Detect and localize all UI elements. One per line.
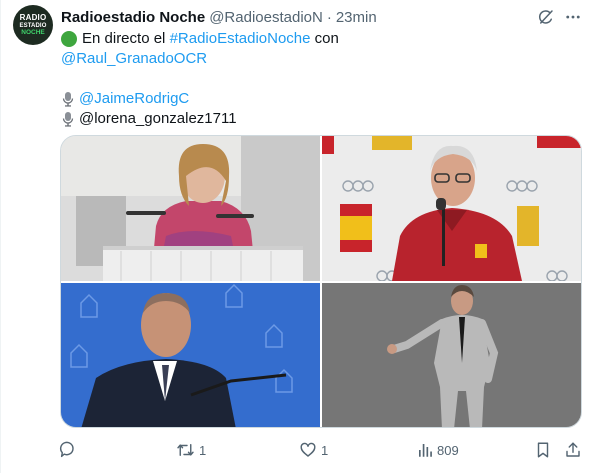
heart-icon [300,442,316,457]
retweet-icon [177,444,194,456]
text-line-3: @JaimeRodrigC [61,89,581,109]
tweet-header: Radioestadio Noche @RadioestadioN · 23mi… [61,7,377,27]
text-suffix: con [314,30,339,47]
avatar-text-2: ESTADIO [19,22,47,29]
photo-1[interactable] [61,136,320,281]
bookmark-icon [537,442,549,458]
mention-host-link[interactable]: @Raul_GranadoOCR [61,49,207,69]
bookmark-button[interactable] [534,439,552,461]
microphone-icon [62,92,74,107]
timestamp[interactable]: 23min [336,9,377,26]
photo-3[interactable] [61,283,320,427]
text-blank-line [61,69,581,89]
photo-2[interactable] [322,136,581,281]
author-handle[interactable]: @RadioestadioN [209,9,323,26]
views-count: 809 [437,442,459,458]
reply-button[interactable] [59,439,81,461]
photo-3-image [61,283,320,427]
retweet-count: 1 [199,442,207,458]
more-icon[interactable] [562,6,584,28]
media-grid[interactable] [60,135,582,428]
views-icon [419,444,432,457]
tweet-text: En directo el #RadioEstadioNoche con @Ra… [61,29,581,129]
microphone-icon [62,112,74,127]
avatar[interactable]: RADIO ESTADIO NOCHE [13,5,53,45]
views-button[interactable]: 809 [417,439,459,461]
retweet-button[interactable]: 1 [176,439,206,461]
separator-dot: · [326,8,332,26]
share-icon [566,442,580,457]
photo-1-image [61,136,320,281]
reply-icon [59,441,74,458]
mention-2-text: @lorena_gonzalez1711 [79,110,237,127]
author-name[interactable]: Radioestadio Noche [61,9,205,26]
action-bar: 1 1 809 [59,439,583,461]
mention-1-link[interactable]: @JaimeRodrigC [79,89,189,109]
tweet[interactable]: RADIO ESTADIO NOCHE Radioestadio Noche @… [0,0,597,473]
text-line-2: @Raul_GranadoOCR [61,49,581,69]
photo-4-image [322,283,581,427]
photo-2-image [322,136,581,281]
hashtag-link[interactable]: #RadioEstadioNoche [170,29,311,49]
grok-icon[interactable] [535,6,557,28]
text-line-1: En directo el #RadioEstadioNoche con [61,29,581,49]
text-prefix: En directo el [82,30,166,47]
avatar-text-3: NOCHE [21,28,45,36]
green-circle-emoji [61,31,77,47]
photo-4[interactable] [322,283,581,427]
like-button[interactable]: 1 [299,439,328,461]
share-button[interactable] [564,439,582,461]
text-line-4: @lorena_gonzalez1711 [61,109,581,129]
like-count: 1 [321,442,329,458]
avatar-text-1: RADIO [19,12,47,22]
